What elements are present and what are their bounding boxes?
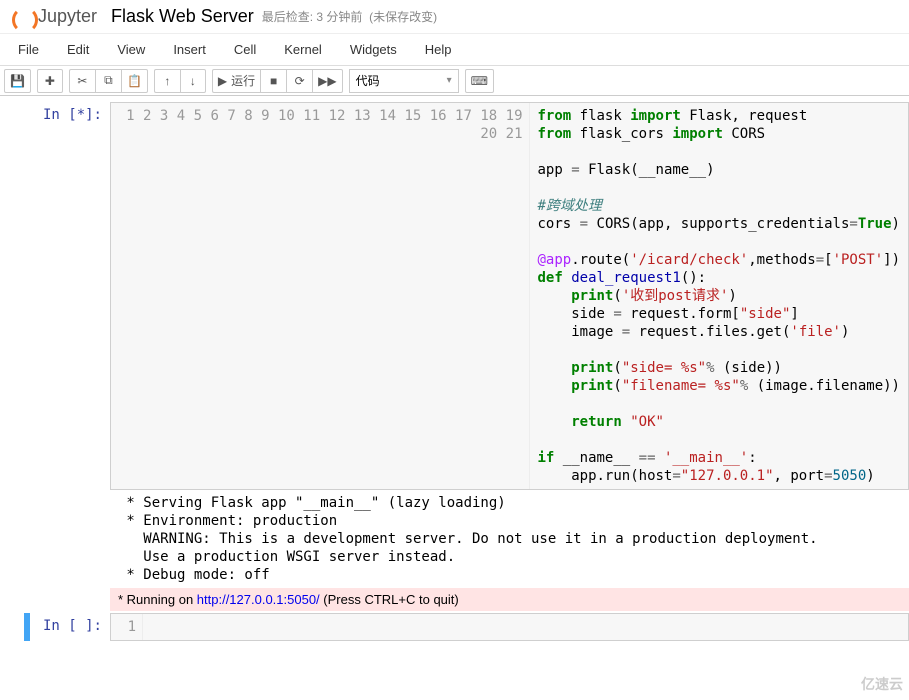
menubar: File Edit View Insert Cell Kernel Widget… [0, 34, 909, 66]
code-cell[interactable]: In [ ]: 1 [0, 613, 909, 641]
menu-edit[interactable]: Edit [53, 36, 103, 63]
run-all-button[interactable]: ▶▶ [312, 69, 342, 93]
restart-icon: ⟳ [295, 74, 305, 88]
code-text[interactable]: from flask import Flask, request from fl… [530, 103, 909, 489]
line-number-gutter: 1 [111, 614, 143, 640]
add-cell-button[interactable]: ✚ [37, 69, 63, 93]
menu-help[interactable]: Help [411, 36, 466, 63]
copy-button[interactable]: ⧉ [95, 69, 121, 93]
cut-icon: ✂ [77, 74, 87, 88]
code-editor[interactable]: 1 2 3 4 5 6 7 8 9 10 11 12 13 14 15 16 1… [110, 102, 909, 490]
input-prompt: In [ ]: [0, 613, 110, 641]
output-area: * Serving Flask app "__main__" (lazy loa… [110, 490, 909, 588]
cut-button[interactable]: ✂ [69, 69, 95, 93]
run-button[interactable]: ▶运行 [212, 69, 260, 93]
line-number-gutter: 1 2 3 4 5 6 7 8 9 10 11 12 13 14 15 16 1… [111, 103, 530, 489]
menu-file[interactable]: File [4, 36, 53, 63]
last-check-info: 最后检查: 3 分钟前 (未保存改变) [262, 8, 437, 25]
input-prompt: In [*]: [0, 102, 110, 611]
watermark: 亿速云 [861, 674, 903, 694]
notebook-name[interactable]: Flask Web Server [111, 6, 254, 27]
arrow-up-icon: ↑ [164, 74, 170, 88]
arrow-down-icon: ↓ [190, 74, 196, 88]
move-up-button[interactable]: ↑ [154, 69, 180, 93]
jupyter-icon [8, 3, 36, 31]
command-palette-button[interactable]: ⌨ [465, 69, 494, 93]
menu-widgets[interactable]: Widgets [336, 36, 411, 63]
code-editor[interactable]: 1 [110, 613, 909, 641]
stop-icon: ■ [270, 74, 277, 88]
save-icon: 💾 [10, 74, 25, 88]
stop-button[interactable]: ■ [260, 69, 286, 93]
menu-cell[interactable]: Cell [220, 36, 270, 63]
menu-kernel[interactable]: Kernel [270, 36, 336, 63]
code-text[interactable] [143, 614, 908, 640]
copy-icon: ⧉ [104, 73, 113, 88]
keyboard-icon: ⌨ [471, 74, 488, 88]
logo-text: Jupyter [38, 6, 97, 27]
paste-icon: 📋 [127, 74, 142, 88]
run-icon: ▶ [218, 74, 227, 88]
server-url-link[interactable]: http://127.0.0.1:5050/ [197, 592, 320, 607]
restart-button[interactable]: ⟳ [286, 69, 312, 93]
output-running: * Running on http://127.0.0.1:5050/ (Pre… [110, 588, 909, 611]
toolbar: 💾 ✚ ✂ ⧉ 📋 ↑ ↓ ▶运行 ■ ⟳ ▶▶ 代码 ⌨ [0, 66, 909, 96]
logo[interactable]: Jupyter [8, 3, 97, 31]
code-cell[interactable]: In [*]: 1 2 3 4 5 6 7 8 9 10 11 12 13 14… [0, 102, 909, 611]
notebook: In [*]: 1 2 3 4 5 6 7 8 9 10 11 12 13 14… [0, 96, 909, 653]
move-down-button[interactable]: ↓ [180, 69, 206, 93]
menu-view[interactable]: View [103, 36, 159, 63]
header: Jupyter Flask Web Server 最后检查: 3 分钟前 (未保… [0, 0, 909, 34]
fast-forward-icon: ▶▶ [318, 74, 336, 88]
paste-button[interactable]: 📋 [121, 69, 148, 93]
menu-insert[interactable]: Insert [159, 36, 220, 63]
save-button[interactable]: 💾 [4, 69, 31, 93]
celltype-select[interactable]: 代码 [349, 69, 459, 93]
